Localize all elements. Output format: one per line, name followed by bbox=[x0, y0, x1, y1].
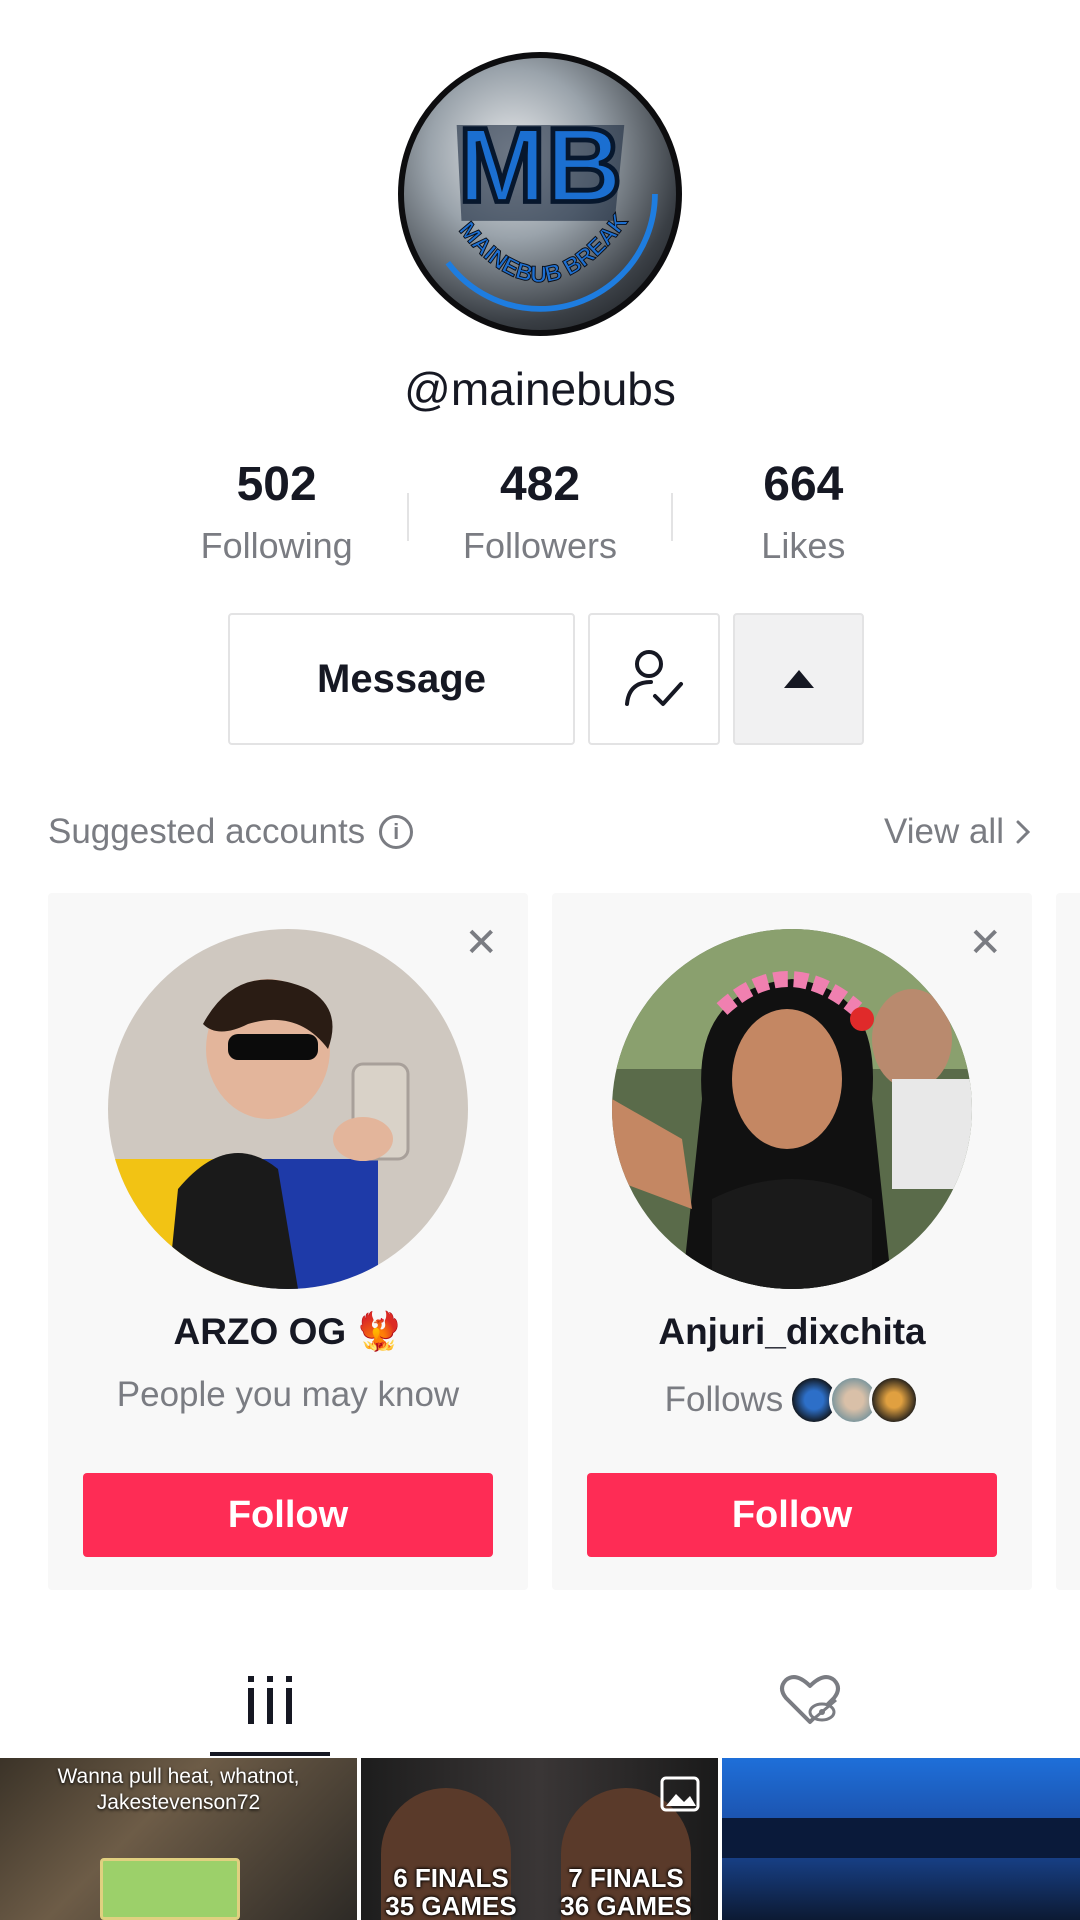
suggested-name: Anjuri_dixchita bbox=[658, 1311, 926, 1352]
active-tab-indicator bbox=[210, 1752, 330, 1756]
avatar-logo-text: MB bbox=[458, 108, 622, 225]
finals-text-right: 7 FINALS 36 GAMES bbox=[560, 1863, 692, 1920]
close-icon[interactable]: ✕ bbox=[464, 923, 498, 963]
info-icon[interactable]: i bbox=[379, 815, 414, 849]
profile-username: @mainebubs bbox=[404, 363, 676, 415]
suggested-avatar[interactable] bbox=[612, 929, 972, 1289]
close-icon[interactable]: ✕ bbox=[968, 923, 1002, 963]
hidden-heart-icon bbox=[780, 1675, 840, 1724]
tab-videos[interactable] bbox=[220, 1660, 320, 1740]
stat-divider bbox=[407, 493, 409, 541]
suggested-card[interactable]: ✕ ARZO OG 🐦‍🔥 People you may know Follow bbox=[48, 893, 528, 1590]
stat-following[interactable]: 502 Following bbox=[145, 455, 408, 585]
chevron-right-icon bbox=[1016, 820, 1031, 844]
thumbnail-caption: Wanna pull heat, whatnot, Jakestevenson7… bbox=[57, 1765, 300, 1814]
user-check-icon bbox=[625, 650, 683, 706]
person-photo-icon bbox=[612, 929, 972, 1289]
stat-label: Following bbox=[200, 525, 353, 566]
suggested-avatar[interactable] bbox=[108, 929, 468, 1289]
grid-icon bbox=[248, 1676, 292, 1724]
caret-up-icon bbox=[783, 670, 814, 688]
suggested-subtitle: Follows bbox=[664, 1380, 784, 1419]
suggested-card-peek[interactable] bbox=[1056, 893, 1080, 1590]
tab-liked[interactable] bbox=[760, 1660, 860, 1740]
video-thumbnail[interactable]: Wanna pull heat, whatnot, Jakestevenson7… bbox=[0, 1758, 357, 1920]
stat-label: Followers bbox=[462, 525, 618, 566]
follow-button[interactable]: Follow bbox=[587, 1473, 997, 1557]
suggested-accounts-title: Suggested accounts bbox=[48, 812, 366, 851]
mutual-avatar bbox=[869, 1375, 920, 1425]
stat-likes[interactable]: 664 Likes bbox=[672, 455, 935, 585]
photo-icon bbox=[660, 1776, 700, 1812]
video-thumbnail[interactable]: 6 FINALS 35 GAMES 7 FINALS 36 GAMES bbox=[361, 1758, 718, 1920]
finals-text-left: 6 FINALS 35 GAMES bbox=[385, 1863, 517, 1920]
suggested-name: ARZO OG 🐦‍🔥 bbox=[173, 1311, 403, 1352]
profile-avatar[interactable]: MB MAINEBUB BREAKS bbox=[398, 52, 682, 336]
card-image bbox=[100, 1858, 240, 1920]
stat-followers[interactable]: 482 Followers bbox=[408, 455, 671, 585]
suggested-subtitle: People you may know bbox=[116, 1375, 460, 1414]
suggested-card[interactable]: ✕ Anjuri_dixchita Follows Follow bbox=[552, 893, 1032, 1590]
friends-button[interactable] bbox=[588, 613, 720, 745]
stat-divider bbox=[671, 493, 673, 541]
stat-label: Likes bbox=[761, 525, 846, 566]
person-photo-icon bbox=[108, 929, 468, 1289]
stat-value: 502 bbox=[236, 458, 317, 511]
stats-row: 502 Following 482 Followers 664 Likes bbox=[145, 455, 935, 585]
mutual-followers bbox=[789, 1375, 920, 1425]
mb-logo-icon: MB MAINEBUB BREAKS bbox=[404, 58, 658, 312]
suggested-accounts-header: Suggested accounts i View all bbox=[48, 808, 1032, 856]
follow-button[interactable]: Follow bbox=[83, 1473, 493, 1557]
video-thumbnail[interactable] bbox=[722, 1758, 1080, 1920]
view-all-label: View all bbox=[884, 812, 1004, 851]
more-suggestions-button[interactable] bbox=[733, 613, 864, 745]
view-all-link[interactable]: View all bbox=[884, 812, 1032, 852]
stage-band bbox=[722, 1818, 1080, 1858]
stat-value: 664 bbox=[763, 458, 844, 511]
message-button[interactable]: Message bbox=[228, 613, 575, 745]
stat-value: 482 bbox=[499, 458, 581, 511]
